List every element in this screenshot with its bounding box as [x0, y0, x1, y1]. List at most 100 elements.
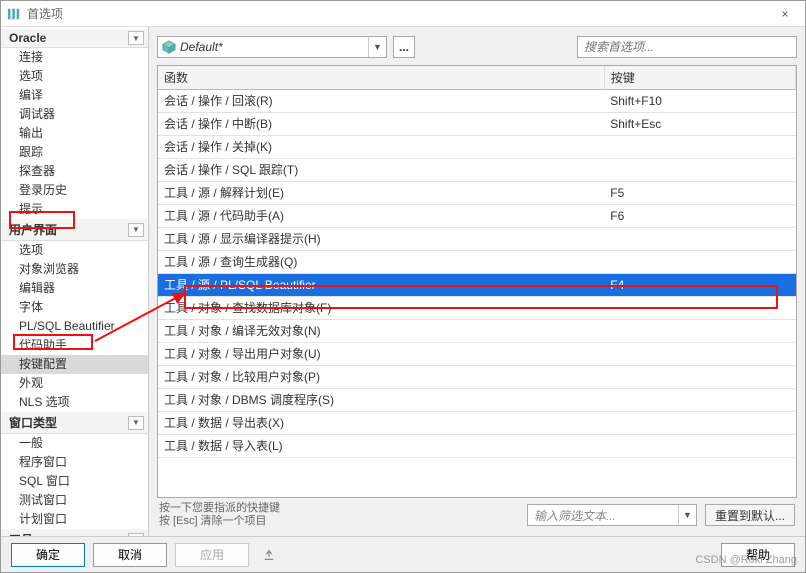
tree-item[interactable]: 对象浏览器: [1, 260, 148, 279]
cell-key: [604, 366, 795, 389]
table-row[interactable]: 工具 / 源 / 代码助手(A)F6: [158, 205, 796, 228]
tree-item[interactable]: 选项: [1, 241, 148, 260]
cell-function: 工具 / 对象 / DBMS 调度程序(S): [158, 389, 604, 412]
tree-item[interactable]: 编辑器: [1, 279, 148, 298]
tree-item[interactable]: 提示: [1, 200, 148, 219]
table-row[interactable]: 工具 / 对象 / 导出用户对象(U): [158, 343, 796, 366]
table-row[interactable]: 工具 / 源 / 显示编译器提示(H): [158, 228, 796, 251]
profile-more-button[interactable]: ...: [393, 36, 415, 58]
cell-key: [604, 343, 795, 366]
category-header[interactable]: 工具▼: [1, 529, 148, 536]
cell-function: 工具 / 对象 / 查找数据库对象(F): [158, 297, 604, 320]
table-row[interactable]: 会话 / 操作 / 回滚(R)Shift+F10: [158, 90, 796, 113]
cell-key: Shift+Esc: [604, 113, 795, 136]
tree-item[interactable]: PL/SQL Beautifier: [1, 317, 148, 336]
cell-function: 会话 / 操作 / 关掉(K): [158, 136, 604, 159]
cell-key: F4: [604, 274, 795, 297]
tree-item[interactable]: 字体: [1, 298, 148, 317]
tree-item[interactable]: 编译: [1, 86, 148, 105]
help-button[interactable]: 帮助: [721, 543, 795, 567]
cell-key: F6: [604, 205, 795, 228]
ok-button[interactable]: 确定: [11, 543, 85, 567]
category-title: Oracle: [9, 31, 46, 45]
tree-item[interactable]: 探查器: [1, 162, 148, 181]
tree-item[interactable]: SQL 窗口: [1, 472, 148, 491]
table-row[interactable]: 工具 / 数据 / 导入表(L): [158, 435, 796, 458]
table-row[interactable]: 工具 / 对象 / 编译无效对象(N): [158, 320, 796, 343]
cell-function: 会话 / 操作 / 中断(B): [158, 113, 604, 136]
tree-item[interactable]: 计划窗口: [1, 510, 148, 529]
cell-function: 工具 / 数据 / 导入表(L): [158, 435, 604, 458]
tree-item[interactable]: 选项: [1, 67, 148, 86]
table-row[interactable]: 工具 / 源 / 解释计划(E)F5: [158, 182, 796, 205]
table-row[interactable]: 工具 / 对象 / 查找数据库对象(F): [158, 297, 796, 320]
filter-combo[interactable]: 输入筛选文本... ▼: [527, 504, 697, 526]
cube-icon: [162, 40, 176, 54]
table-row[interactable]: 会话 / 操作 / 关掉(K): [158, 136, 796, 159]
reset-label: 重置到默认...: [715, 507, 785, 524]
table-row[interactable]: 会话 / 操作 / SQL 跟踪(T): [158, 159, 796, 182]
close-icon: ×: [781, 7, 788, 21]
table-row[interactable]: 工具 / 对象 / DBMS 调度程序(S): [158, 389, 796, 412]
tree-item[interactable]: 调试器: [1, 105, 148, 124]
chevron-down-icon[interactable]: ▼: [128, 223, 144, 237]
cell-function: 工具 / 对象 / 比较用户对象(P): [158, 366, 604, 389]
profile-combo[interactable]: Default* ▼: [157, 36, 387, 58]
reset-button[interactable]: 重置到默认...: [705, 504, 795, 526]
category-header[interactable]: 窗口类型 ▼: [1, 412, 148, 434]
cell-function: 会话 / 操作 / 回滚(R): [158, 90, 604, 113]
category-tree[interactable]: Oracle▼连接选项编译调试器输出跟踪探查器登录历史提示用户界面▼选项对象浏览…: [1, 27, 148, 536]
cell-key: F5: [604, 182, 795, 205]
tree-item[interactable]: 连接: [1, 48, 148, 67]
tree-item[interactable]: NLS 选项: [1, 393, 148, 412]
cell-function: 工具 / 源 / 解释计划(E): [158, 182, 604, 205]
tree-item[interactable]: 登录历史: [1, 181, 148, 200]
category-title: 窗口类型: [9, 414, 57, 431]
close-button[interactable]: ×: [765, 1, 805, 27]
tree-item[interactable]: 输出: [1, 124, 148, 143]
cell-function: 工具 / 对象 / 导出用户对象(U): [158, 343, 604, 366]
tree-item[interactable]: 外观: [1, 374, 148, 393]
cell-key: [604, 297, 795, 320]
chevron-down-icon[interactable]: ▼: [128, 416, 144, 430]
export-icon-button[interactable]: [257, 543, 281, 567]
cell-key: [604, 435, 795, 458]
col-header-function[interactable]: 函数: [158, 66, 604, 90]
table-row[interactable]: 工具 / 源 / 查询生成器(Q): [158, 251, 796, 274]
chevron-down-icon[interactable]: ▼: [128, 31, 144, 45]
tree-item[interactable]: 跟踪: [1, 143, 148, 162]
cell-function: 工具 / 源 / 显示编译器提示(H): [158, 228, 604, 251]
hint-line-2: 按 [Esc] 清除一个项目: [159, 515, 519, 528]
table-row[interactable]: 会话 / 操作 / 中断(B)Shift+Esc: [158, 113, 796, 136]
cancel-button[interactable]: 取消: [93, 543, 167, 567]
ellipsis-label: ...: [399, 40, 409, 54]
shortcut-table-wrap[interactable]: 函数 按键 会话 / 操作 / 回滚(R)Shift+F10会话 / 操作 / …: [157, 65, 797, 498]
cell-key: [604, 159, 795, 182]
chevron-down-icon[interactable]: ▼: [128, 533, 144, 537]
tree-item[interactable]: 按键配置: [1, 355, 148, 374]
app-icon: [7, 7, 21, 21]
cell-key: [604, 389, 795, 412]
cell-function: 工具 / 源 / 代码助手(A): [158, 205, 604, 228]
cell-function: 工具 / 数据 / 导出表(X): [158, 412, 604, 435]
tree-item[interactable]: 程序窗口: [1, 453, 148, 472]
category-header[interactable]: 用户界面▼: [1, 219, 148, 241]
apply-button[interactable]: 应用: [175, 543, 249, 567]
cell-key: [604, 251, 795, 274]
chevron-down-icon: ▼: [368, 37, 386, 57]
tree-item[interactable]: 测试窗口: [1, 491, 148, 510]
cell-function: 工具 / 源 / PL/SQL Beautifier: [158, 274, 604, 297]
table-row[interactable]: 工具 / 数据 / 导出表(X): [158, 412, 796, 435]
search-input[interactable]: [577, 36, 797, 58]
tree-item[interactable]: 代码助手: [1, 336, 148, 355]
window-title: 首选项: [27, 5, 63, 22]
table-row[interactable]: 工具 / 源 / PL/SQL BeautifierF4: [158, 274, 796, 297]
category-header[interactable]: Oracle ▼: [1, 29, 148, 48]
cell-function: 工具 / 对象 / 编译无效对象(N): [158, 320, 604, 343]
cell-key: [604, 412, 795, 435]
col-header-key[interactable]: 按键: [604, 66, 795, 90]
profile-label: Default*: [180, 40, 223, 54]
tree-item[interactable]: 一般: [1, 434, 148, 453]
table-row[interactable]: 工具 / 对象 / 比较用户对象(P): [158, 366, 796, 389]
filter-placeholder: 输入筛选文本...: [534, 507, 616, 524]
